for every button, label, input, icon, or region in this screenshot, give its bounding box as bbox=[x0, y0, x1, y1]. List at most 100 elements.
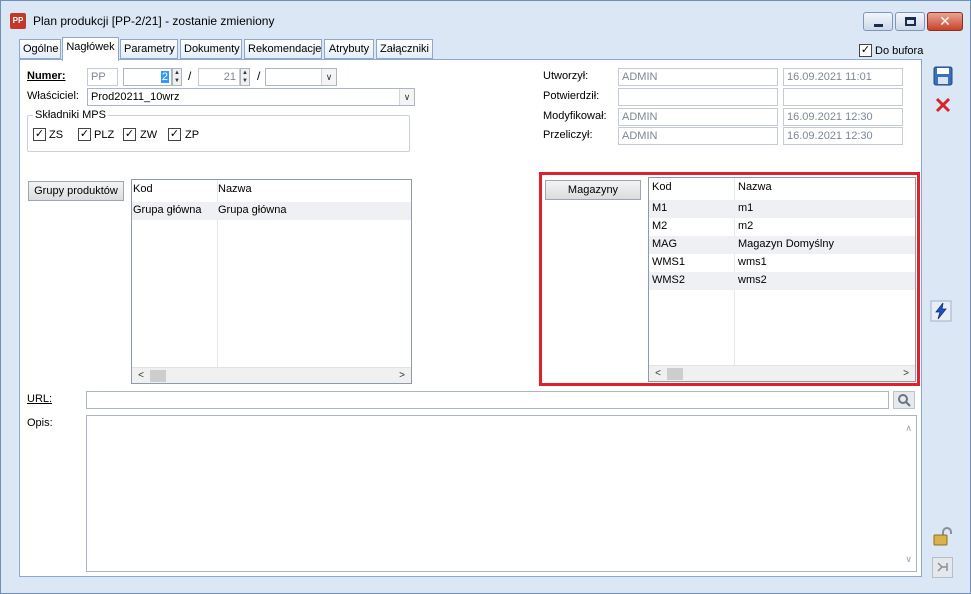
magazyny-header-nazwa[interactable]: Nazwa bbox=[738, 181, 772, 193]
numer-number-field[interactable]: 2 bbox=[123, 68, 172, 86]
checkmark-icon: ✓ bbox=[79, 128, 90, 140]
magazyny-cell-kod: M1 bbox=[652, 202, 668, 214]
pin-button[interactable] bbox=[932, 557, 953, 578]
magazyny-cell-nazwa: m2 bbox=[738, 220, 754, 232]
tab-ogolne[interactable]: Ogólne bbox=[19, 39, 61, 59]
do-bufora-checkbox[interactable]: ✓ bbox=[859, 44, 872, 57]
magazyny-grid[interactable]: Kod Nazwa M1 m1 M2 m2 MAG Magazyn Domyśl… bbox=[648, 177, 916, 382]
grupy-header-kod[interactable]: Kod bbox=[133, 183, 153, 195]
checkmark-icon: ✓ bbox=[860, 44, 871, 56]
numer-number-spinner[interactable]: ▲ ▼ bbox=[172, 68, 182, 86]
maximize-button[interactable] bbox=[895, 12, 925, 31]
plz-checkbox[interactable]: ✓ bbox=[78, 128, 91, 141]
potwierdzil-label: Potwierdził: bbox=[543, 90, 600, 102]
cancel-button[interactable] bbox=[933, 95, 953, 115]
numer-year-field[interactable]: 21 bbox=[198, 68, 240, 86]
spin-down-icon: ▼ bbox=[174, 78, 180, 84]
spin-up-icon: ▲ bbox=[242, 70, 248, 76]
utworzyl-date-field: 16.09.2021 11:01 bbox=[783, 68, 903, 86]
scroll-thumb[interactable] bbox=[150, 370, 166, 382]
magazyny-hscrollbar[interactable]: < > bbox=[649, 365, 915, 381]
table-row[interactable]: MAG Magazyn Domyślny bbox=[649, 236, 915, 254]
zs-label: ZS bbox=[49, 129, 64, 141]
url-input[interactable] bbox=[86, 391, 889, 409]
naglowek-panel: Numer: PP 2 ▲ ▼ / 21 ▲ ▼ / ∨ Właściciel: P… bbox=[19, 59, 922, 577]
numer-separator-2: / bbox=[257, 69, 261, 83]
magazyny-cell-kod: WMS1 bbox=[652, 256, 685, 268]
close-button[interactable]: ✕ bbox=[927, 12, 963, 31]
tab-zalaczniki[interactable]: Załączniki bbox=[376, 39, 433, 59]
modyfikowal-label: Modyfikował: bbox=[543, 110, 607, 122]
url-browse-button[interactable] bbox=[893, 391, 915, 409]
wlasciciel-value: Prod20211_10wrz bbox=[91, 91, 180, 103]
grupy-hscrollbar[interactable]: < > bbox=[132, 367, 411, 383]
table-row[interactable]: Grupa główna Grupa główna bbox=[132, 202, 411, 220]
chevron-down-icon: ∨ bbox=[321, 69, 336, 85]
scroll-right-icon[interactable]: > bbox=[899, 366, 913, 381]
numer-number-value: 2 bbox=[160, 71, 169, 83]
magazyny-cell-nazwa: wms1 bbox=[738, 256, 767, 268]
wlasciciel-select[interactable]: Prod20211_10wrz ∨ bbox=[87, 88, 415, 106]
numer-year-spinner[interactable]: ▲ ▼ bbox=[240, 68, 250, 86]
url-label: URL: bbox=[27, 393, 53, 405]
spin-down-icon: ▼ bbox=[242, 78, 248, 84]
scroll-thumb[interactable] bbox=[667, 368, 683, 380]
przeliczyl-date-field: 16.09.2021 12:30 bbox=[783, 127, 903, 145]
table-row[interactable]: M1 m1 bbox=[649, 200, 915, 218]
tab-parametry[interactable]: Parametry bbox=[120, 39, 178, 59]
magazyny-cell-kod: MAG bbox=[652, 238, 678, 250]
scroll-left-icon[interactable]: < bbox=[651, 366, 665, 381]
magazyny-cell-kod: M2 bbox=[652, 220, 668, 232]
utworzyl-user-field: ADMIN bbox=[618, 68, 778, 86]
checkmark-icon: ✓ bbox=[124, 128, 135, 140]
minimize-icon bbox=[874, 24, 883, 27]
save-button[interactable] bbox=[932, 65, 954, 87]
tab-naglowek[interactable]: Nagłówek bbox=[62, 37, 119, 61]
modyfikowal-user-field: ADMIN bbox=[618, 108, 778, 126]
do-bufora-label: Do bufora bbox=[875, 45, 924, 57]
red-x-icon bbox=[935, 97, 951, 113]
skladniki-mps-title: Składniki MPS bbox=[33, 109, 108, 121]
zp-label: ZP bbox=[185, 129, 200, 141]
magnifier-icon bbox=[898, 394, 911, 407]
minimize-button[interactable] bbox=[863, 12, 893, 31]
wlasciciel-label: Właściciel: bbox=[27, 90, 79, 102]
numer-prefix-field[interactable]: PP bbox=[87, 68, 118, 86]
zw-checkbox[interactable]: ✓ bbox=[123, 128, 136, 141]
magazyny-header-kod[interactable]: Kod bbox=[652, 181, 672, 193]
scroll-right-icon[interactable]: > bbox=[395, 368, 409, 383]
opis-textarea[interactable]: ∧ ∨ bbox=[86, 415, 917, 572]
checkmark-icon: ✓ bbox=[34, 128, 45, 140]
padlock-open-icon bbox=[933, 527, 952, 546]
tab-dokumenty[interactable]: Dokumenty bbox=[180, 39, 242, 59]
window: PP Plan produkcji [PP-2/21] - zostanie z… bbox=[0, 0, 971, 594]
grupy-grid[interactable]: Kod Nazwa Grupa główna Grupa główna < > bbox=[131, 179, 412, 384]
checkmark-icon: ✓ bbox=[169, 128, 180, 140]
scroll-down-icon[interactable]: ∨ bbox=[905, 551, 912, 567]
magazyny-button[interactable]: Magazyny bbox=[545, 180, 641, 200]
numer-series-select[interactable]: ∨ bbox=[265, 68, 337, 86]
scroll-up-icon[interactable]: ∧ bbox=[905, 420, 912, 436]
maximize-icon bbox=[905, 17, 916, 26]
modyfikowal-date-field: 16.09.2021 12:30 bbox=[783, 108, 903, 126]
table-row[interactable]: WMS1 wms1 bbox=[649, 254, 915, 272]
lock-button[interactable] bbox=[931, 526, 953, 548]
chevron-down-icon: ∨ bbox=[399, 89, 414, 105]
zw-label: ZW bbox=[140, 129, 158, 141]
window-title: Plan produkcji [PP-2/21] - zostanie zmie… bbox=[33, 14, 275, 28]
tab-rekomendacje[interactable]: Rekomendacje bbox=[244, 39, 322, 59]
zp-checkbox[interactable]: ✓ bbox=[168, 128, 181, 141]
table-row[interactable]: M2 m2 bbox=[649, 218, 915, 236]
lightning-icon bbox=[930, 300, 952, 322]
tab-atrybuty[interactable]: Atrybuty bbox=[324, 39, 374, 59]
magazyny-cell-nazwa: wms2 bbox=[738, 274, 767, 286]
potwierdzil-user-field bbox=[618, 88, 778, 106]
zs-checkbox[interactable]: ✓ bbox=[33, 128, 46, 141]
titlebar: PP Plan produkcji [PP-2/21] - zostanie z… bbox=[1, 1, 970, 35]
grupy-header-nazwa[interactable]: Nazwa bbox=[218, 183, 252, 195]
recalculate-button[interactable] bbox=[930, 300, 952, 322]
grupy-produktow-button[interactable]: Grupy produktów bbox=[28, 181, 124, 201]
table-row[interactable]: WMS2 wms2 bbox=[649, 272, 915, 290]
scroll-left-icon[interactable]: < bbox=[134, 368, 148, 383]
przeliczyl-user-field: ADMIN bbox=[618, 127, 778, 145]
